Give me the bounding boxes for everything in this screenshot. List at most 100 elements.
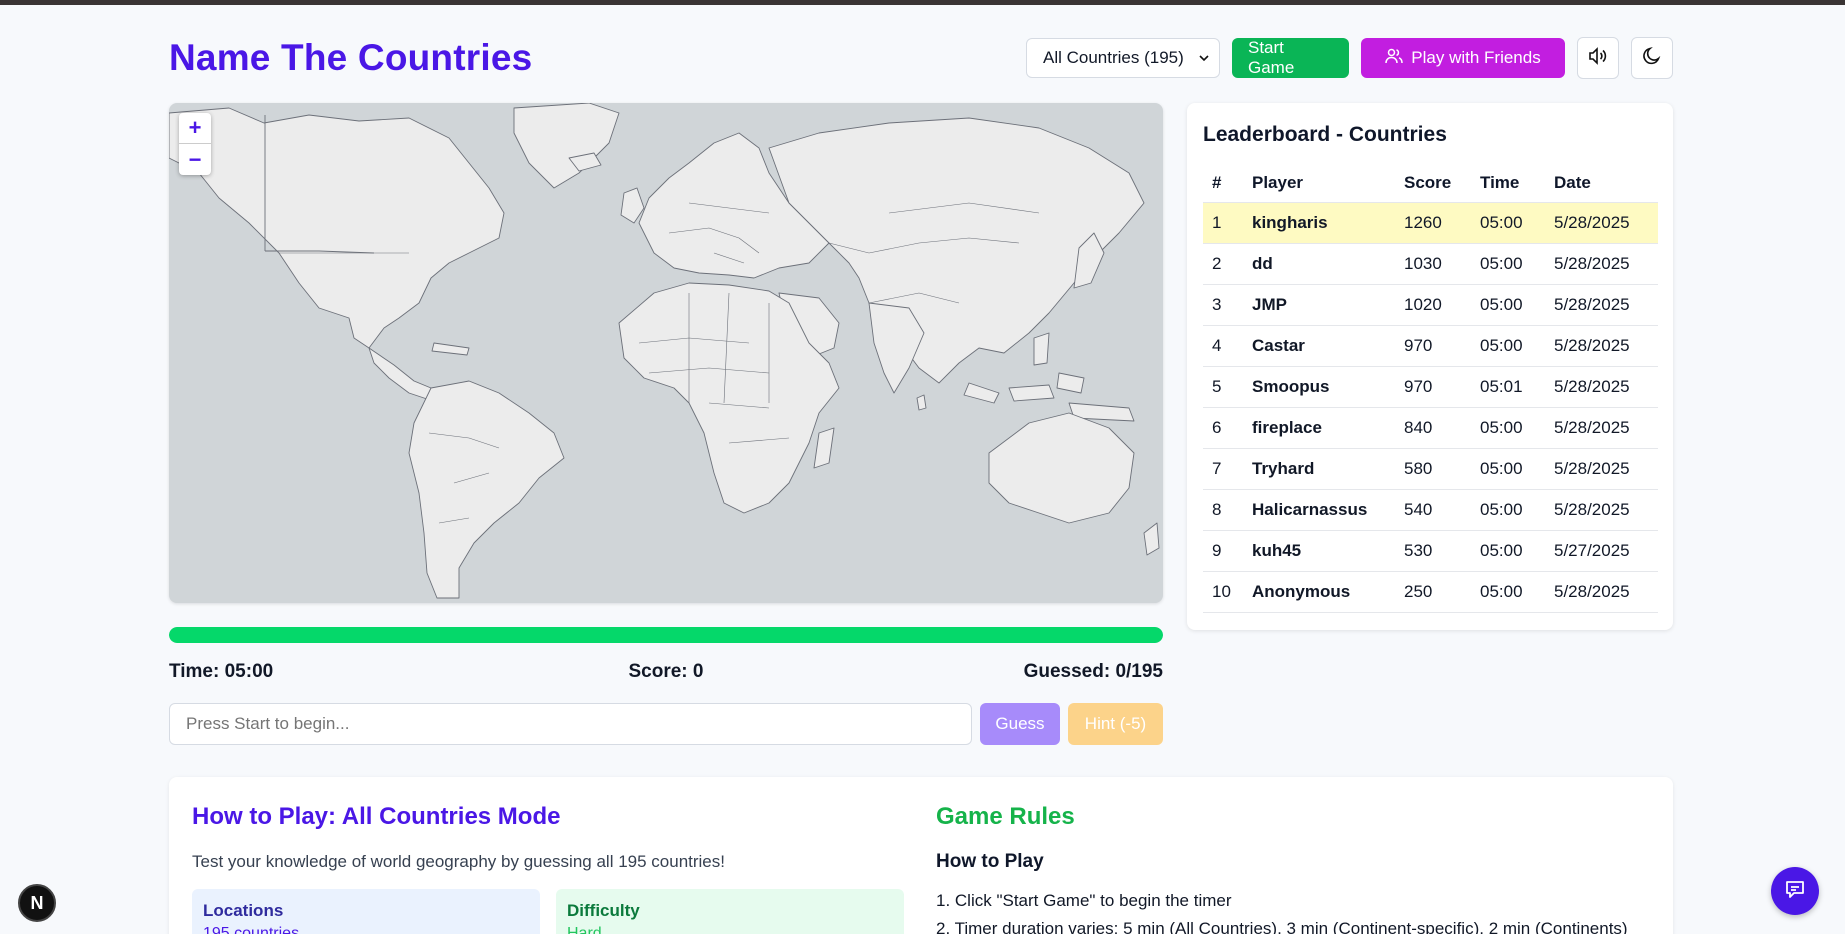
time-cell: 05:00: [1471, 407, 1545, 449]
score-cell: 1260: [1395, 202, 1471, 244]
difficulty-card-value: Hard: [567, 925, 602, 934]
guess-input[interactable]: [169, 703, 972, 745]
rank-cell: 5: [1203, 366, 1243, 408]
rank-cell: 10: [1203, 571, 1243, 613]
table-row: 7 Tryhard 580 05:00 5/28/2025: [1203, 448, 1658, 490]
how-to-play-title: How to Play: All Countries Mode: [192, 803, 561, 830]
score-cell: 540: [1395, 489, 1471, 531]
table-row: 3 JMP 1020 05:00 5/28/2025: [1203, 284, 1658, 326]
player-cell: fireplace: [1243, 407, 1395, 449]
mode-select-value: All Countries (195): [1043, 48, 1184, 67]
time-cell: 05:01: [1471, 366, 1545, 408]
date-cell: 5/28/2025: [1545, 202, 1658, 244]
player-cell: Castar: [1243, 325, 1395, 367]
score-cell: 250: [1395, 571, 1471, 613]
game-rules-subtitle: How to Play: [936, 851, 1044, 872]
users-icon: [1385, 48, 1404, 69]
sound-toggle-button[interactable]: [1577, 37, 1619, 79]
start-game-button[interactable]: Start Game: [1232, 38, 1349, 78]
guessed-stat: Guessed: 0/195: [1023, 661, 1163, 682]
date-cell: 5/28/2025: [1545, 407, 1658, 449]
dark-mode-toggle-button[interactable]: [1631, 37, 1673, 79]
page-title: Name The Countries: [169, 37, 533, 78]
column-header-score: Score: [1395, 164, 1471, 203]
time-cell: 05:00: [1471, 489, 1545, 531]
time-cell: 05:00: [1471, 202, 1545, 244]
table-row: 8 Halicarnassus 540 05:00 5/28/2025: [1203, 489, 1658, 531]
player-cell: kuh45: [1243, 530, 1395, 572]
time-stat: Time: 05:00: [169, 661, 274, 682]
header-controls: All Countries (195) Start Game Play with…: [1026, 37, 1673, 79]
score-cell: 1020: [1395, 284, 1471, 326]
rank-cell: 9: [1203, 530, 1243, 572]
player-cell: kingharis: [1243, 202, 1395, 244]
date-cell: 5/28/2025: [1545, 366, 1658, 408]
guess-row: Guess Hint (-5): [169, 703, 1163, 745]
world-map-graphic: [169, 103, 1160, 599]
play-with-friends-button[interactable]: Play with Friends: [1361, 38, 1565, 78]
player-cell: Tryhard: [1243, 448, 1395, 490]
score-cell: 840: [1395, 407, 1471, 449]
chat-icon: [1783, 877, 1807, 906]
player-cell: JMP: [1243, 284, 1395, 326]
rank-cell: 3: [1203, 284, 1243, 326]
game-rules-title: Game Rules: [936, 803, 1075, 830]
score-cell: 1030: [1395, 243, 1471, 285]
date-cell: 5/28/2025: [1545, 325, 1658, 367]
locations-card-value: 195 countries: [203, 925, 300, 934]
hint-button[interactable]: Hint (-5): [1068, 703, 1163, 745]
world-map[interactable]: + −: [169, 103, 1163, 603]
player-cell: Smoopus: [1243, 366, 1395, 408]
table-row: 6 fireplace 840 05:00 5/28/2025: [1203, 407, 1658, 449]
table-row: 9 kuh45 530 05:00 5/27/2025: [1203, 530, 1658, 572]
guess-button[interactable]: Guess: [980, 703, 1060, 745]
date-cell: 5/28/2025: [1545, 284, 1658, 326]
leaderboard-table: # Player Score Time Date 1 kingharis 1260 0…: [1203, 164, 1658, 613]
table-row: 2 dd 1030 05:00 5/28/2025: [1203, 243, 1658, 285]
locations-card: Locations 195 countries: [192, 889, 540, 934]
rank-cell: 4: [1203, 325, 1243, 367]
table-row: 5 Smoopus 970 05:01 5/28/2025: [1203, 366, 1658, 408]
date-cell: 5/27/2025: [1545, 530, 1658, 572]
dev-tools-badge[interactable]: N: [18, 884, 56, 922]
game-stats: Time: 05:00 Score: 0 Guessed: 0/195: [169, 661, 1163, 683]
table-row: 1 kingharis 1260 05:00 5/28/2025: [1203, 202, 1658, 244]
game-rules-list: 1. Click "Start Game" to begin the timer…: [936, 887, 1628, 934]
player-cell: dd: [1243, 243, 1395, 285]
column-header-date: Date: [1545, 164, 1658, 203]
rank-cell: 7: [1203, 448, 1243, 490]
player-cell: Halicarnassus: [1243, 489, 1395, 531]
table-row: 10 Anonymous 250 05:00 5/28/2025: [1203, 571, 1658, 613]
leaderboard-title: Leaderboard - Countries: [1203, 123, 1447, 146]
leaderboard-panel: Leaderboard - Countries # Player Score T…: [1187, 103, 1673, 630]
date-cell: 5/28/2025: [1545, 448, 1658, 490]
rule-item: 2. Timer duration varies: 5 min (All Cou…: [936, 919, 1628, 934]
zoom-in-button[interactable]: +: [179, 113, 211, 144]
rank-cell: 6: [1203, 407, 1243, 449]
score-cell: 970: [1395, 366, 1471, 408]
score-cell: 530: [1395, 530, 1471, 572]
date-cell: 5/28/2025: [1545, 243, 1658, 285]
table-row: 4 Castar 970 05:00 5/28/2025: [1203, 325, 1658, 367]
chat-button[interactable]: [1771, 867, 1819, 915]
timer-progress-fill: [169, 627, 1163, 643]
mode-select[interactable]: All Countries (195): [1026, 38, 1220, 78]
score-cell: 580: [1395, 448, 1471, 490]
zoom-out-button[interactable]: −: [179, 144, 211, 175]
difficulty-card-title: Difficulty: [567, 901, 640, 920]
speaker-icon: [1587, 46, 1609, 71]
locations-card-title: Locations: [203, 901, 284, 920]
time-cell: 05:00: [1471, 243, 1545, 285]
time-cell: 05:00: [1471, 284, 1545, 326]
date-cell: 5/28/2025: [1545, 571, 1658, 613]
score-stat: Score: 0: [628, 661, 704, 682]
column-header-time: Time: [1471, 164, 1545, 203]
rank-cell: 1: [1203, 202, 1243, 244]
column-header-player: Player: [1243, 164, 1395, 203]
player-cell: Anonymous: [1243, 571, 1395, 613]
how-to-play-description: Test your knowledge of world geography b…: [192, 852, 725, 871]
time-cell: 05:00: [1471, 448, 1545, 490]
column-header-rank: #: [1203, 164, 1243, 203]
how-to-play-section: How to Play: All Countries Mode Test you…: [169, 777, 1673, 934]
header: Name The Countries All Countries (195) S…: [169, 30, 1673, 86]
